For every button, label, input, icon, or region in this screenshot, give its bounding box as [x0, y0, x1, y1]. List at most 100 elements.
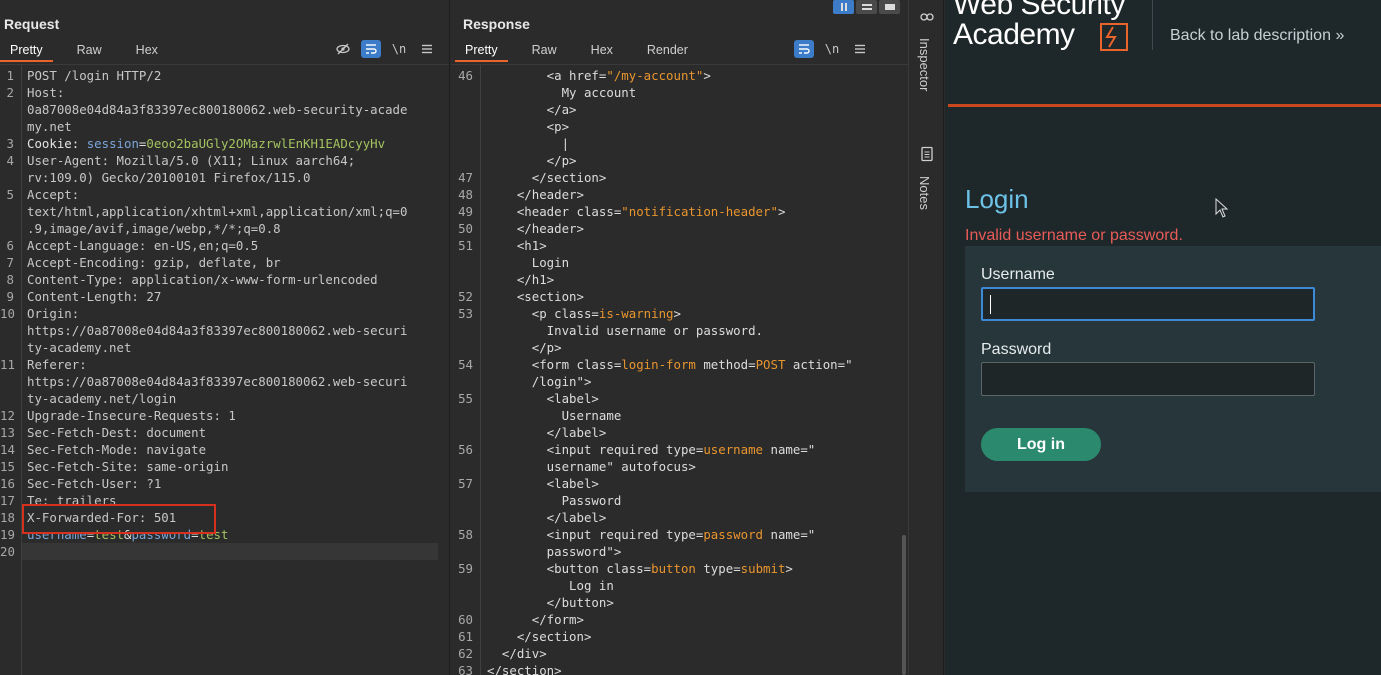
code-line[interactable]: </label>	[487, 424, 853, 441]
code-line[interactable]: <header class="notification-header">	[487, 203, 853, 220]
code-line[interactable]: </a>	[487, 101, 853, 118]
code-line[interactable]: </label>	[487, 509, 853, 526]
code-line[interactable]: my.net	[27, 118, 407, 135]
code-line[interactable]: Referer:	[27, 356, 407, 373]
code-line[interactable]: Content-Type: application/x-www-form-url…	[27, 271, 407, 288]
code-line[interactable]: <label>	[487, 390, 853, 407]
password-input[interactable]	[981, 362, 1315, 396]
code-line[interactable]: <label>	[487, 475, 853, 492]
code-line[interactable]: <input required type=username name="	[487, 441, 853, 458]
response-editor[interactable]: 46 47 48 49 50 51 52 53 54 55 56 57 58 59 60 6…	[451, 64, 908, 675]
code-line[interactable]: </p>	[487, 339, 853, 356]
newline-toggle[interactable]: \n	[822, 40, 842, 58]
code-line[interactable]: ty-academy.net/login	[27, 390, 407, 407]
code-line[interactable]: 0a87008e04d84a3f83397ec800180062.web-sec…	[27, 101, 407, 118]
response-code[interactable]: <a href="/my-account"> My account </a> <…	[487, 67, 853, 675]
code-line[interactable]: <a href="/my-account">	[487, 67, 853, 84]
request-tab-raw[interactable]: Raw	[67, 40, 112, 62]
code-line[interactable]: <input required type=password name="	[487, 526, 853, 543]
code-line[interactable]: Cookie: session=0eoo2baUGly2OMazrwlEnKH1…	[27, 135, 407, 152]
back-to-lab-link[interactable]: Back to lab description »	[1170, 27, 1344, 45]
code-line[interactable]: |	[487, 135, 853, 152]
request-tab-hex[interactable]: Hex	[126, 40, 168, 62]
hide-icon[interactable]	[333, 40, 353, 58]
code-line[interactable]: username" autofocus>	[487, 458, 853, 475]
code-line[interactable]: ty-academy.net	[27, 339, 407, 356]
code-line[interactable]: Login	[487, 254, 853, 271]
code-line[interactable]: </div>	[487, 645, 853, 662]
page-title: Login	[965, 184, 1029, 214]
code-line[interactable]: <h1>	[487, 237, 853, 254]
code-line[interactable]: </section>	[487, 169, 853, 186]
response-tab-hex[interactable]: Hex	[581, 40, 623, 62]
code-line[interactable]: Sec-Fetch-Site: same-origin	[27, 458, 407, 475]
response-tab-pretty[interactable]: Pretty	[455, 40, 508, 62]
code-line[interactable]: </header>	[487, 186, 853, 203]
response-tab-raw[interactable]: Raw	[522, 40, 567, 62]
code-line[interactable]: </p>	[487, 152, 853, 169]
response-tab-render[interactable]: Render	[637, 40, 698, 62]
code-line[interactable]: </h1>	[487, 271, 853, 288]
code-line[interactable]: Password	[487, 492, 853, 509]
code-line[interactable]: Invalid username or password.	[487, 322, 853, 339]
code-line[interactable]: </button>	[487, 594, 853, 611]
code-line[interactable]: Upgrade-Insecure-Requests: 1	[27, 407, 407, 424]
code-line[interactable]: rv:109.0) Gecko/20100101 Firefox/115.0	[27, 169, 407, 186]
request-editor[interactable]: 12 34 5 6 7 8 9 10 11 12 13 14 15 16 17 18 19 20 POS…	[0, 64, 449, 675]
code-line[interactable]: <section>	[487, 288, 853, 305]
notes-tab[interactable]: Notes	[917, 176, 932, 210]
layout-columns-icon[interactable]	[833, 0, 854, 14]
code-line[interactable]: Accept-Encoding: gzip, deflate, br	[27, 254, 407, 271]
code-line[interactable]: Sec-Fetch-Mode: navigate	[27, 441, 407, 458]
code-line[interactable]: .9,image/avif,image/webp,*/*;q=0.8	[27, 220, 407, 237]
code-line[interactable]: Username	[487, 407, 853, 424]
code-line[interactable]: Sec-Fetch-User: ?1	[27, 475, 407, 492]
username-input[interactable]	[981, 287, 1315, 321]
code-line[interactable]: Log in	[487, 577, 853, 594]
request-code[interactable]: POST /login HTTP/2 Host: 0a87008e04d84a3f8…	[27, 67, 407, 543]
line-number: 5	[6, 187, 14, 202]
notes-icon[interactable]	[919, 146, 935, 162]
line-number: 9	[6, 289, 14, 304]
code-line[interactable]: <button class=button type=submit>	[487, 560, 853, 577]
code-line[interactable]: https://0a87008e04d84a3f83397ec800180062…	[27, 322, 407, 339]
code-line[interactable]: text/html,application/xhtml+xml,applicat…	[27, 203, 407, 220]
menu-icon[interactable]	[417, 40, 437, 58]
mouse-cursor-icon	[1215, 198, 1229, 218]
inspector-icon[interactable]	[919, 8, 935, 24]
code-line[interactable]: password">	[487, 543, 853, 560]
layout-rows-icon[interactable]	[856, 0, 877, 14]
layout-tabs-icon[interactable]	[879, 0, 900, 14]
code-line[interactable]: </section>	[487, 662, 853, 675]
code-line[interactable]: Content-Length: 27	[27, 288, 407, 305]
code-line[interactable]: </section>	[487, 628, 853, 645]
code-line[interactable]: <p class=is-warning>	[487, 305, 853, 322]
wrap-lines-icon[interactable]	[361, 40, 381, 58]
newline-toggle[interactable]: \n	[389, 40, 409, 58]
code-line[interactable]: Sec-Fetch-Dest: document	[27, 424, 407, 441]
code-line[interactable]: User-Agent: Mozilla/5.0 (X11; Linux aarc…	[27, 152, 407, 169]
line-number	[451, 543, 473, 560]
login-button[interactable]: Log in	[981, 428, 1101, 461]
code-line[interactable]: </header>	[487, 220, 853, 237]
code-line[interactable]: /login">	[487, 373, 853, 390]
code-line[interactable]: </form>	[487, 611, 853, 628]
request-tab-pretty[interactable]: Pretty	[0, 40, 53, 62]
response-tabs: Pretty Raw Hex Render	[455, 40, 712, 62]
inspector-tab[interactable]: Inspector	[917, 38, 932, 91]
code-line[interactable]: <form class=login-form method=POST actio…	[487, 356, 853, 373]
code-line[interactable]: Accept:	[27, 186, 407, 203]
line-number: 14	[0, 442, 15, 457]
code-line[interactable]: <p>	[487, 118, 853, 135]
text-caret	[990, 295, 991, 314]
code-line[interactable]: POST /login HTTP/2	[27, 67, 407, 84]
code-line[interactable]: Origin:	[27, 305, 407, 322]
response-scrollbar[interactable]	[902, 535, 906, 675]
code-line[interactable]: https://0a87008e04d84a3f83397ec800180062…	[27, 373, 407, 390]
wrap-lines-icon[interactable]	[794, 40, 814, 58]
code-line[interactable]: Host:	[27, 84, 407, 101]
code-line[interactable]: Accept-Language: en-US,en;q=0.5	[27, 237, 407, 254]
menu-icon[interactable]	[850, 40, 870, 58]
code-line[interactable]: My account	[487, 84, 853, 101]
response-line-numbers: 46 47 48 49 50 51 52 53 54 55 56 57 58 59 60 6…	[451, 67, 473, 675]
